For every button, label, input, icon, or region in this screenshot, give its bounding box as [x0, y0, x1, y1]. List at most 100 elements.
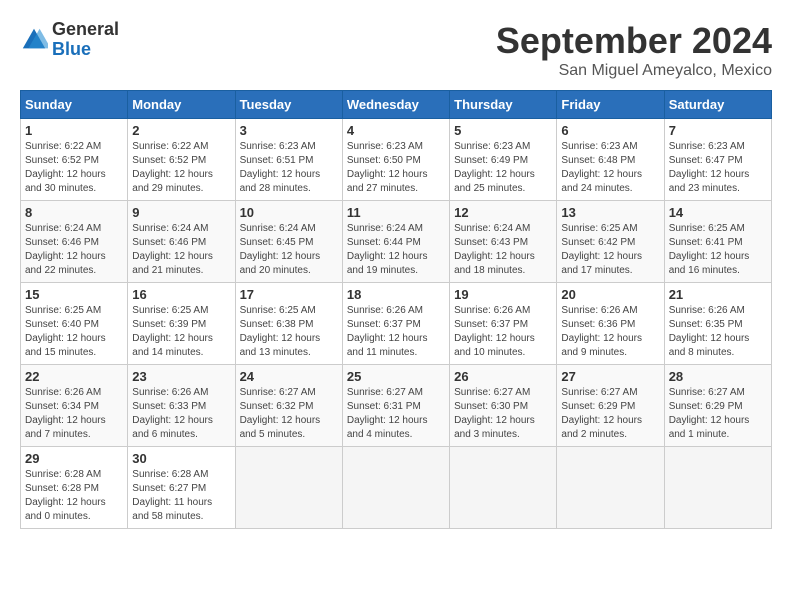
header: General Blue September 2024 San Miguel A…: [20, 20, 772, 80]
day-number: 30: [132, 451, 230, 466]
day-info: Sunrise: 6:24 AM Sunset: 6:45 PM Dayligh…: [240, 222, 338, 278]
calendar-cell: 9Sunrise: 6:24 AM Sunset: 6:46 PM Daylig…: [128, 201, 235, 283]
day-info: Sunrise: 6:26 AM Sunset: 6:34 PM Dayligh…: [25, 386, 123, 442]
calendar-cell: 3 Sunrise: 6:23 AM Sunset: 6:51 PM Daylig…: [235, 119, 342, 201]
day-number: 11: [347, 205, 445, 220]
logo-icon: [20, 26, 48, 54]
calendar-cell: 24 Sunrise: 6:27 AM Sunset: 6:32 PM Dayli…: [235, 365, 342, 447]
day-info: Sunrise: 6:24 AM Sunset: 6:44 PM Dayligh…: [347, 222, 445, 278]
day-number: 27: [561, 369, 659, 384]
weekday-header-cell: Sunday: [21, 91, 128, 119]
day-info: Sunrise: 6:25 AM Sunset: 6:42 PM Dayligh…: [561, 222, 659, 278]
day-number: 8: [25, 205, 123, 220]
calendar-row: 1 Sunrise: 6:22 AM Sunset: 6:52 PM Daylig…: [21, 119, 772, 201]
calendar-cell: [235, 447, 342, 529]
day-info: Sunrise: 6:23 AM Sunset: 6:50 PM Dayligh…: [347, 140, 445, 196]
day-number: 28: [669, 369, 767, 384]
day-number: 26: [454, 369, 552, 384]
calendar-row: 29 Sunrise: 6:28 AM Sunset: 6:28 PM Dayli…: [21, 447, 772, 529]
weekday-header-cell: Thursday: [450, 91, 557, 119]
calendar-cell: 16 Sunrise: 6:25 AM Sunset: 6:39 PM Dayli…: [128, 283, 235, 365]
calendar-cell: 23 Sunrise: 6:26 AM Sunset: 6:33 PM Dayli…: [128, 365, 235, 447]
day-number: 19: [454, 287, 552, 302]
day-number: 14: [669, 205, 767, 220]
day-info: Sunrise: 6:25 AM Sunset: 6:39 PM Dayligh…: [132, 304, 230, 360]
calendar-table: SundayMondayTuesdayWednesdayThursdayFrid…: [20, 90, 772, 529]
calendar-cell: [450, 447, 557, 529]
calendar-cell: 15Sunrise: 6:25 AM Sunset: 6:40 PM Dayli…: [21, 283, 128, 365]
calendar-cell: 6 Sunrise: 6:23 AM Sunset: 6:48 PM Daylig…: [557, 119, 664, 201]
location-title: San Miguel Ameyalco, Mexico: [496, 62, 772, 80]
calendar-cell: 18 Sunrise: 6:26 AM Sunset: 6:37 PM Dayli…: [342, 283, 449, 365]
calendar-cell: 21Sunrise: 6:26 AM Sunset: 6:35 PM Dayli…: [664, 283, 771, 365]
calendar-cell: 25 Sunrise: 6:27 AM Sunset: 6:31 PM Dayli…: [342, 365, 449, 447]
calendar-row: 8 Sunrise: 6:24 AM Sunset: 6:46 PM Daylig…: [21, 201, 772, 283]
day-info: Sunrise: 6:24 AM Sunset: 6:46 PM Dayligh…: [25, 222, 123, 278]
day-number: 22: [25, 369, 123, 384]
weekday-header-cell: Tuesday: [235, 91, 342, 119]
day-number: 2: [132, 123, 230, 138]
day-info: Sunrise: 6:27 AM Sunset: 6:32 PM Dayligh…: [240, 386, 338, 442]
day-info: Sunrise: 6:28 AM Sunset: 6:27 PM Dayligh…: [132, 468, 230, 524]
day-info: Sunrise: 6:25 AM Sunset: 6:41 PM Dayligh…: [669, 222, 767, 278]
calendar-cell: 4 Sunrise: 6:23 AM Sunset: 6:50 PM Daylig…: [342, 119, 449, 201]
weekday-header-row: SundayMondayTuesdayWednesdayThursdayFrid…: [21, 91, 772, 119]
calendar-cell: 27 Sunrise: 6:27 AM Sunset: 6:29 PM Dayli…: [557, 365, 664, 447]
logo-text: General Blue: [52, 20, 119, 60]
day-number: 24: [240, 369, 338, 384]
day-number: 29: [25, 451, 123, 466]
calendar-cell: 12 Sunrise: 6:24 AM Sunset: 6:43 PM Dayli…: [450, 201, 557, 283]
calendar-row: 22 Sunrise: 6:26 AM Sunset: 6:34 PM Dayli…: [21, 365, 772, 447]
day-info: Sunrise: 6:28 AM Sunset: 6:28 PM Dayligh…: [25, 468, 123, 524]
day-info: Sunrise: 6:24 AM Sunset: 6:46 PM Dayligh…: [132, 222, 230, 278]
calendar-cell: 1 Sunrise: 6:22 AM Sunset: 6:52 PM Daylig…: [21, 119, 128, 201]
calendar-cell: 22 Sunrise: 6:26 AM Sunset: 6:34 PM Dayli…: [21, 365, 128, 447]
weekday-header-cell: Friday: [557, 91, 664, 119]
day-number: 18: [347, 287, 445, 302]
day-number: 23: [132, 369, 230, 384]
day-number: 7: [669, 123, 767, 138]
calendar-cell: 8 Sunrise: 6:24 AM Sunset: 6:46 PM Daylig…: [21, 201, 128, 283]
day-info: Sunrise: 6:27 AM Sunset: 6:30 PM Dayligh…: [454, 386, 552, 442]
day-info: Sunrise: 6:23 AM Sunset: 6:48 PM Dayligh…: [561, 140, 659, 196]
calendar-cell: 5Sunrise: 6:23 AM Sunset: 6:49 PM Daylig…: [450, 119, 557, 201]
day-info: Sunrise: 6:26 AM Sunset: 6:37 PM Dayligh…: [347, 304, 445, 360]
day-number: 17: [240, 287, 338, 302]
day-number: 16: [132, 287, 230, 302]
day-number: 5: [454, 123, 552, 138]
day-number: 13: [561, 205, 659, 220]
calendar-cell: 30 Sunrise: 6:28 AM Sunset: 6:27 PM Dayli…: [128, 447, 235, 529]
day-info: Sunrise: 6:27 AM Sunset: 6:29 PM Dayligh…: [669, 386, 767, 442]
weekday-header-cell: Monday: [128, 91, 235, 119]
day-info: Sunrise: 6:22 AM Sunset: 6:52 PM Dayligh…: [132, 140, 230, 196]
day-number: 12: [454, 205, 552, 220]
day-info: Sunrise: 6:22 AM Sunset: 6:52 PM Dayligh…: [25, 140, 123, 196]
day-number: 4: [347, 123, 445, 138]
day-info: Sunrise: 6:27 AM Sunset: 6:29 PM Dayligh…: [561, 386, 659, 442]
day-info: Sunrise: 6:27 AM Sunset: 6:31 PM Dayligh…: [347, 386, 445, 442]
day-number: 25: [347, 369, 445, 384]
calendar-cell: 26 Sunrise: 6:27 AM Sunset: 6:30 PM Dayli…: [450, 365, 557, 447]
calendar-cell: 13 Sunrise: 6:25 AM Sunset: 6:42 PM Dayli…: [557, 201, 664, 283]
calendar-cell: 19 Sunrise: 6:26 AM Sunset: 6:37 PM Dayli…: [450, 283, 557, 365]
calendar-cell: 20Sunrise: 6:26 AM Sunset: 6:36 PM Dayli…: [557, 283, 664, 365]
day-number: 10: [240, 205, 338, 220]
logo: General Blue: [20, 20, 119, 60]
day-number: 6: [561, 123, 659, 138]
day-info: Sunrise: 6:23 AM Sunset: 6:51 PM Dayligh…: [240, 140, 338, 196]
calendar-cell: [557, 447, 664, 529]
calendar-cell: 11 Sunrise: 6:24 AM Sunset: 6:44 PM Dayli…: [342, 201, 449, 283]
day-info: Sunrise: 6:25 AM Sunset: 6:38 PM Dayligh…: [240, 304, 338, 360]
day-info: Sunrise: 6:25 AM Sunset: 6:40 PM Dayligh…: [25, 304, 123, 360]
calendar-cell: 10 Sunrise: 6:24 AM Sunset: 6:45 PM Dayli…: [235, 201, 342, 283]
calendar-body: 1 Sunrise: 6:22 AM Sunset: 6:52 PM Daylig…: [21, 119, 772, 529]
day-info: Sunrise: 6:26 AM Sunset: 6:33 PM Dayligh…: [132, 386, 230, 442]
day-number: 3: [240, 123, 338, 138]
day-number: 20: [561, 287, 659, 302]
day-number: 1: [25, 123, 123, 138]
month-title: September 2024: [496, 20, 772, 62]
day-info: Sunrise: 6:24 AM Sunset: 6:43 PM Dayligh…: [454, 222, 552, 278]
day-info: Sunrise: 6:26 AM Sunset: 6:37 PM Dayligh…: [454, 304, 552, 360]
calendar-row: 15Sunrise: 6:25 AM Sunset: 6:40 PM Dayli…: [21, 283, 772, 365]
calendar-cell: [342, 447, 449, 529]
